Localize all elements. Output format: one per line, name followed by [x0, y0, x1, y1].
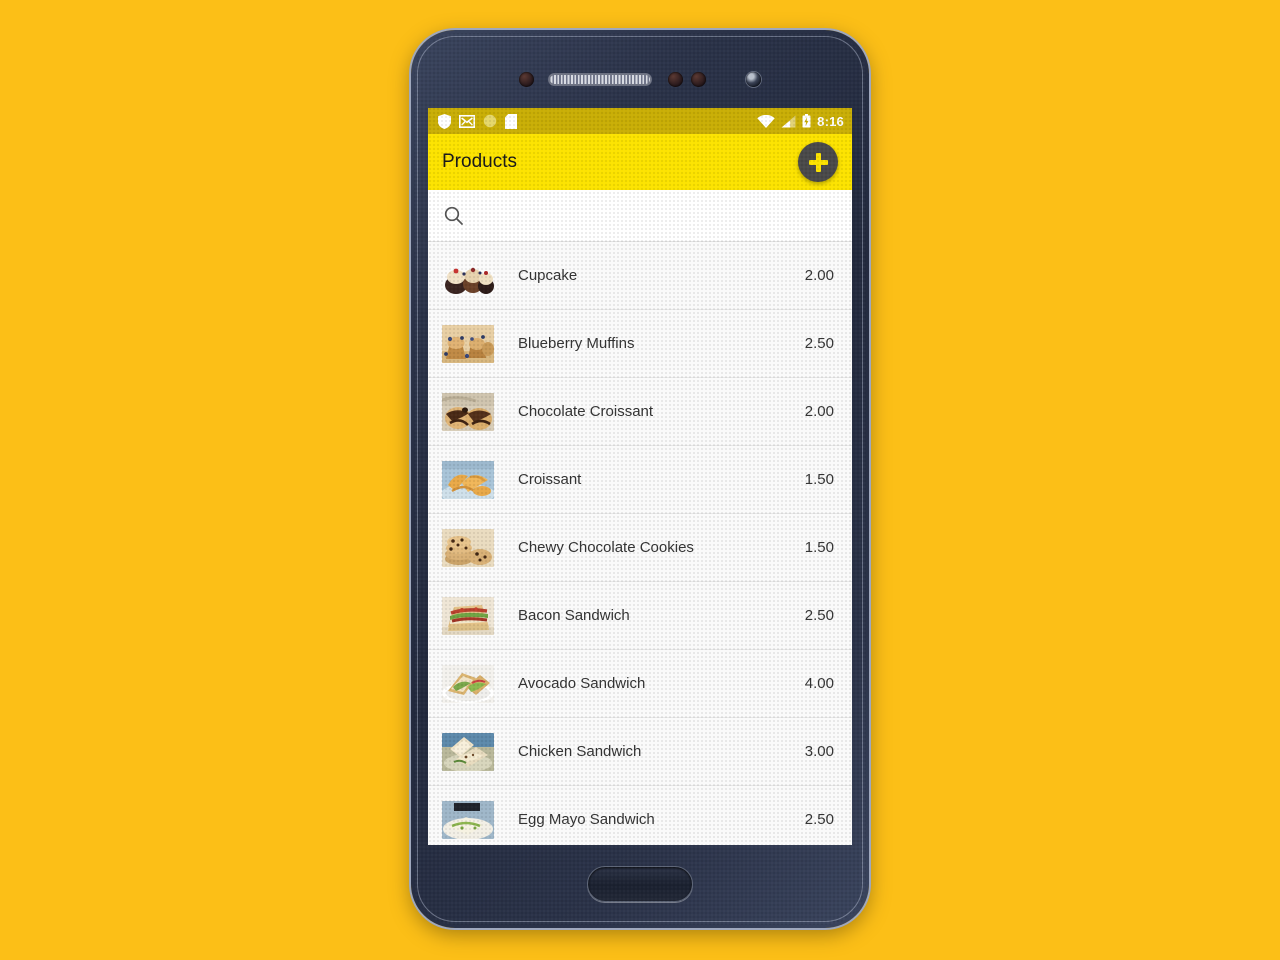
fab-circle[interactable]	[798, 142, 838, 182]
product-price: 3.00	[804, 743, 834, 760]
product-name: Cupcake	[518, 267, 578, 284]
sensor-pair	[668, 71, 706, 87]
product-name: Croissant	[518, 471, 582, 488]
proximity-sensor-icon	[519, 71, 534, 87]
add-product-fab[interactable]	[798, 142, 838, 182]
gmail-icon	[459, 114, 475, 128]
plus-icon-vertical	[815, 152, 821, 172]
product-name: Avocado Sandwich	[518, 675, 646, 692]
product-price: 2.50	[804, 811, 834, 828]
ir-sensor-icon	[691, 71, 706, 87]
product-name: Chewy Chocolate Cookies	[518, 539, 694, 556]
product-thumbnail-egg-mayo-sandwich	[442, 800, 494, 839]
product-thumbnail-avocado-sandwich	[442, 664, 494, 703]
status-system-icons: 8:16	[757, 114, 844, 129]
circle-icon	[483, 114, 497, 128]
front-camera-icon	[746, 71, 761, 87]
product-price: 1.50	[804, 539, 834, 556]
product-price: 2.00	[804, 267, 834, 284]
product-name: Egg Mayo Sandwich	[518, 811, 655, 828]
table-row[interactable]: Avocado Sandwich 4.00	[428, 650, 852, 718]
product-thumbnail-croissant	[442, 460, 494, 499]
sim-card-icon	[505, 113, 517, 129]
product-price: 4.00	[804, 675, 834, 692]
product-thumbnail-chicken-sandwich	[442, 732, 494, 771]
product-name: Blueberry Muffins	[518, 335, 635, 352]
product-thumbnail-chocolate-croissant	[442, 392, 494, 431]
app-bar: Products	[428, 134, 852, 190]
physical-home-button[interactable]	[587, 866, 693, 902]
table-row[interactable]: Egg Mayo Sandwich 2.50	[428, 786, 852, 845]
shield-icon	[438, 113, 451, 129]
product-list[interactable]: Cupcake 2.00 Blueberry Muffins 2.50 Choc…	[428, 242, 852, 845]
table-row[interactable]: Chewy Chocolate Cookies 1.50	[428, 514, 852, 582]
battery-charging-icon	[802, 114, 811, 128]
product-price: 1.50	[804, 471, 834, 488]
search-bar[interactable]	[428, 190, 852, 242]
product-thumbnail-cupcake	[442, 256, 494, 295]
product-price: 2.00	[804, 403, 834, 420]
product-name: Chocolate Croissant	[518, 403, 654, 420]
wifi-icon	[757, 114, 775, 128]
phone-top-hardware	[411, 66, 869, 92]
table-row[interactable]: Cupcake 2.00	[428, 242, 852, 310]
earpiece-speaker	[548, 72, 652, 86]
table-row[interactable]: Blueberry Muffins 2.50	[428, 310, 852, 378]
table-row[interactable]: Chicken Sandwich 3.00	[428, 718, 852, 786]
product-name: Chicken Sandwich	[518, 743, 642, 760]
search-input[interactable]	[477, 207, 836, 224]
table-row[interactable]: Bacon Sandwich 2.50	[428, 582, 852, 650]
product-price: 2.50	[804, 335, 834, 352]
phone-screen: 8:16 Products Cupcake 2.00 Blueberry Muf…	[428, 108, 852, 845]
status-time: 8:16	[817, 113, 844, 129]
status-notification-icons	[438, 113, 757, 129]
product-name: Bacon Sandwich	[518, 607, 630, 624]
phone-device: 8:16 Products Cupcake 2.00 Blueberry Muf…	[411, 30, 869, 928]
table-row[interactable]: Chocolate Croissant 2.00	[428, 378, 852, 446]
table-row[interactable]: Croissant 1.50	[428, 446, 852, 514]
android-status-bar: 8:16	[428, 108, 852, 134]
product-thumbnail-chocolate-cookies	[442, 528, 494, 567]
product-thumbnail-blueberry-muffins	[442, 324, 494, 363]
page-title: Products	[442, 151, 517, 172]
product-thumbnail-bacon-sandwich	[442, 596, 494, 635]
product-price: 2.50	[804, 607, 834, 624]
signal-icon	[781, 115, 796, 127]
search-icon	[444, 206, 463, 225]
light-sensor-icon	[668, 71, 683, 87]
